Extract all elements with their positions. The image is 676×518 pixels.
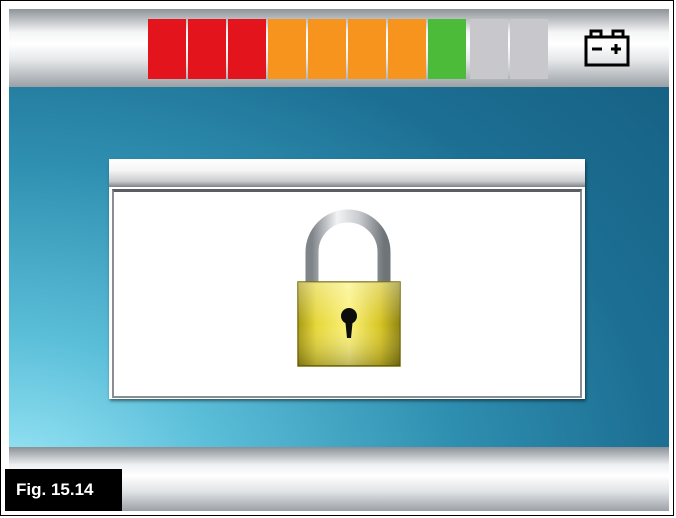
battery-level-gauge <box>148 19 550 79</box>
battery-segment <box>428 19 466 79</box>
status-bar <box>9 9 669 87</box>
figure-frame: Fig. 15.14 <box>0 0 674 516</box>
battery-segment <box>388 19 426 79</box>
battery-icon <box>584 29 630 67</box>
controller-screen <box>9 9 669 511</box>
padlock-icon <box>297 209 401 367</box>
battery-segment <box>470 19 508 79</box>
battery-segment <box>308 19 346 79</box>
dialog-body <box>112 189 582 398</box>
battery-segment <box>348 19 386 79</box>
battery-segment <box>188 19 226 79</box>
battery-segment <box>148 19 186 79</box>
dialog-title-bar <box>109 159 585 187</box>
battery-segment <box>510 19 548 79</box>
lock-dialog <box>109 159 585 399</box>
figure-label: Fig. 15.14 <box>5 469 122 511</box>
battery-segment <box>268 19 306 79</box>
battery-segment <box>228 19 266 79</box>
